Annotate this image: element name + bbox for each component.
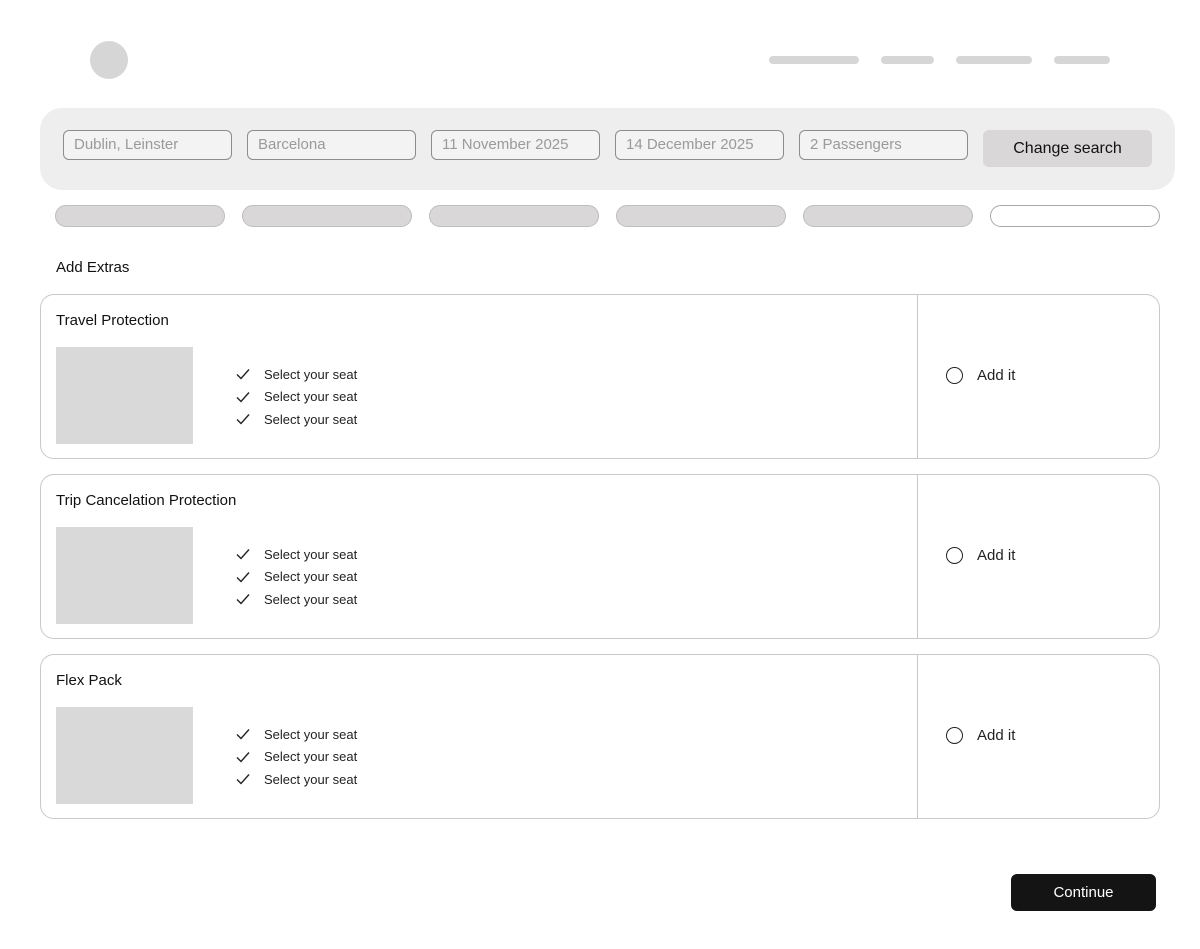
- depart-date-field[interactable]: 11 November 2025: [431, 130, 600, 160]
- extra-card-trip-cancelation-protection: Trip Cancelation Protection Select your …: [40, 474, 1160, 639]
- feature-label: Select your seat: [264, 749, 358, 765]
- feature-item: Select your seat: [236, 566, 357, 589]
- feature-label: Select your seat: [264, 569, 358, 585]
- section-title: Add Extras: [56, 259, 130, 276]
- extra-title: Trip Cancelation Protection: [56, 492, 237, 509]
- step-2: [242, 205, 412, 227]
- continue-button[interactable]: Continue: [1011, 874, 1156, 911]
- check-icon: [236, 728, 264, 740]
- check-icon: [236, 593, 264, 605]
- feature-item: Select your seat: [236, 363, 357, 386]
- feature-list: Select your seat Select your seat Select…: [236, 723, 357, 791]
- origin-field[interactable]: Dublin, Leinster: [63, 130, 232, 160]
- extra-card-flex-pack: Flex Pack Select your seat Select your s…: [40, 654, 1160, 819]
- extra-title: Flex Pack: [56, 672, 122, 689]
- step-6: [990, 205, 1160, 227]
- feature-item: Select your seat: [236, 386, 357, 409]
- check-icon: [236, 413, 264, 425]
- radio-button[interactable]: [946, 367, 963, 384]
- feature-item: Select your seat: [236, 746, 357, 769]
- feature-label: Select your seat: [264, 591, 358, 607]
- nav-item-4[interactable]: [1054, 56, 1110, 64]
- step-5: [803, 205, 973, 227]
- add-option[interactable]: Add it: [946, 727, 1015, 744]
- feature-item: Select your seat: [236, 768, 357, 791]
- check-icon: [236, 751, 264, 763]
- extra-image: [56, 527, 193, 624]
- step-4: [616, 205, 786, 227]
- feature-item: Select your seat: [236, 408, 357, 431]
- card-divider: [917, 475, 918, 638]
- add-option[interactable]: Add it: [946, 367, 1015, 384]
- extra-card-travel-protection: Travel Protection Select your seat Selec…: [40, 294, 1160, 459]
- search-panel: Dublin, Leinster Barcelona 11 November 2…: [40, 108, 1175, 190]
- feature-label: Select your seat: [264, 411, 358, 427]
- return-date-field[interactable]: 14 December 2025: [615, 130, 784, 160]
- check-icon: [236, 368, 264, 380]
- feature-label: Select your seat: [264, 546, 358, 562]
- check-icon: [236, 391, 264, 403]
- logo: [90, 41, 128, 79]
- card-divider: [917, 655, 918, 818]
- extra-image: [56, 347, 193, 444]
- feature-label: Select your seat: [264, 389, 358, 405]
- nav-item-2[interactable]: [881, 56, 934, 64]
- extra-title: Travel Protection: [56, 312, 169, 329]
- check-icon: [236, 548, 264, 560]
- check-icon: [236, 773, 264, 785]
- nav-item-1[interactable]: [769, 56, 859, 64]
- feature-item: Select your seat: [236, 723, 357, 746]
- check-icon: [236, 571, 264, 583]
- radio-button[interactable]: [946, 547, 963, 564]
- add-option[interactable]: Add it: [946, 547, 1015, 564]
- step-1: [55, 205, 225, 227]
- passengers-field[interactable]: 2 Passengers: [799, 130, 968, 160]
- feature-list: Select your seat Select your seat Select…: [236, 543, 357, 611]
- feature-label: Select your seat: [264, 366, 358, 382]
- radio-button[interactable]: [946, 727, 963, 744]
- add-label[interactable]: Add it: [977, 367, 1015, 384]
- feature-label: Select your seat: [264, 771, 358, 787]
- extra-image: [56, 707, 193, 804]
- step-3: [429, 205, 599, 227]
- card-divider: [917, 295, 918, 458]
- feature-list: Select your seat Select your seat Select…: [236, 363, 357, 431]
- destination-field[interactable]: Barcelona: [247, 130, 416, 160]
- feature-label: Select your seat: [264, 726, 358, 742]
- feature-item: Select your seat: [236, 588, 357, 611]
- nav-item-3[interactable]: [956, 56, 1032, 64]
- add-label[interactable]: Add it: [977, 727, 1015, 744]
- feature-item: Select your seat: [236, 543, 357, 566]
- change-search-button[interactable]: Change search: [983, 130, 1152, 167]
- add-label[interactable]: Add it: [977, 547, 1015, 564]
